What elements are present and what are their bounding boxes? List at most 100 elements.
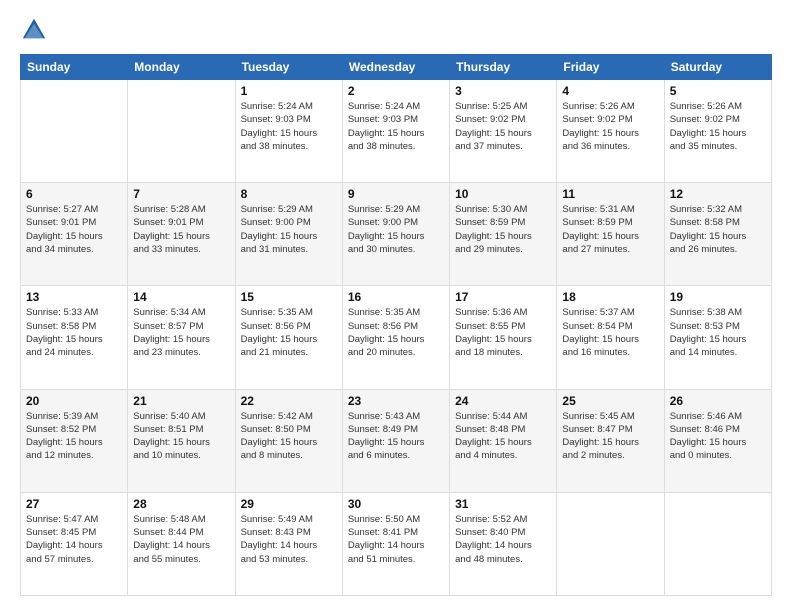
day-number: 27 xyxy=(26,497,122,511)
calendar-cell: 19 Sunrise: 5:38 AM Sunset: 8:53 PM Dayli… xyxy=(664,286,771,389)
col-header-wednesday: Wednesday xyxy=(342,55,449,80)
cell-info: Sunrise: 5:24 AM Sunset: 9:03 PM Dayligh… xyxy=(241,100,337,153)
calendar-cell: 9 Sunrise: 5:29 AM Sunset: 9:00 PM Daylig… xyxy=(342,183,449,286)
cell-info: Sunrise: 5:37 AM Sunset: 8:54 PM Dayligh… xyxy=(562,306,658,359)
col-header-friday: Friday xyxy=(557,55,664,80)
cell-info: Sunrise: 5:26 AM Sunset: 9:02 PM Dayligh… xyxy=(670,100,766,153)
day-number: 19 xyxy=(670,290,766,304)
calendar-cell xyxy=(557,492,664,595)
calendar-cell: 30Sunrise: 5:50 AM Sunset: 8:41 PM Dayli… xyxy=(342,492,449,595)
cell-info: Sunrise: 5:34 AM Sunset: 8:57 PM Dayligh… xyxy=(133,306,229,359)
calendar-cell: 28Sunrise: 5:48 AM Sunset: 8:44 PM Dayli… xyxy=(128,492,235,595)
week-row-4: 27 Sunrise: 5:47 AM Sunset: 8:45 PM Dayli… xyxy=(21,492,772,595)
day-number: 4 xyxy=(562,84,658,98)
day-number: 2 xyxy=(348,84,444,98)
week-row-2: 13 Sunrise: 5:33 AM Sunset: 8:58 PM Dayli… xyxy=(21,286,772,389)
day-number: 11 xyxy=(562,187,658,201)
cell-info: Sunrise: 5:32 AM Sunset: 8:58 PM Dayligh… xyxy=(670,203,766,256)
col-header-sunday: Sunday xyxy=(21,55,128,80)
calendar-cell: 24 Sunrise: 5:44 AM Sunset: 8:48 PM Dayli… xyxy=(450,389,557,492)
calendar-cell xyxy=(128,80,235,183)
calendar-cell: 16 Sunrise: 5:35 AM Sunset: 8:56 PM Dayli… xyxy=(342,286,449,389)
day-number: 25 xyxy=(562,394,658,408)
week-row-1: 6 Sunrise: 5:27 AM Sunset: 9:01 PM Daylig… xyxy=(21,183,772,286)
week-row-3: 20 Sunrise: 5:39 AM Sunset: 8:52 PM Dayli… xyxy=(21,389,772,492)
cell-info: Sunrise: 5:26 AM Sunset: 9:02 PM Dayligh… xyxy=(562,100,658,153)
day-number: 28 xyxy=(133,497,229,511)
day-number: 18 xyxy=(562,290,658,304)
day-number: 9 xyxy=(348,187,444,201)
day-number: 14 xyxy=(133,290,229,304)
day-number: 30 xyxy=(348,497,444,511)
cell-info: Sunrise: 5:47 AM Sunset: 8:45 PM Dayligh… xyxy=(26,513,122,566)
calendar-cell: 5Sunrise: 5:26 AM Sunset: 9:02 PM Daylig… xyxy=(664,80,771,183)
cell-info: Sunrise: 5:35 AM Sunset: 8:56 PM Dayligh… xyxy=(241,306,337,359)
calendar-cell: 4 Sunrise: 5:26 AM Sunset: 9:02 PM Daylig… xyxy=(557,80,664,183)
cell-info: Sunrise: 5:46 AM Sunset: 8:46 PM Dayligh… xyxy=(670,410,766,463)
logo xyxy=(20,16,52,44)
day-number: 23 xyxy=(348,394,444,408)
cell-info: Sunrise: 5:38 AM Sunset: 8:53 PM Dayligh… xyxy=(670,306,766,359)
calendar-cell: 26 Sunrise: 5:46 AM Sunset: 8:46 PM Dayli… xyxy=(664,389,771,492)
calendar-cell: 13 Sunrise: 5:33 AM Sunset: 8:58 PM Dayli… xyxy=(21,286,128,389)
calendar-cell: 1 Sunrise: 5:24 AM Sunset: 9:03 PM Daylig… xyxy=(235,80,342,183)
day-number: 31 xyxy=(455,497,551,511)
calendar-cell: 25Sunrise: 5:45 AM Sunset: 8:47 PM Dayli… xyxy=(557,389,664,492)
day-number: 15 xyxy=(241,290,337,304)
day-number: 1 xyxy=(241,84,337,98)
calendar-table: SundayMondayTuesdayWednesdayThursdayFrid… xyxy=(20,54,772,596)
cell-info: Sunrise: 5:35 AM Sunset: 8:56 PM Dayligh… xyxy=(348,306,444,359)
calendar-cell: 6 Sunrise: 5:27 AM Sunset: 9:01 PM Daylig… xyxy=(21,183,128,286)
day-number: 6 xyxy=(26,187,122,201)
cell-info: Sunrise: 5:28 AM Sunset: 9:01 PM Dayligh… xyxy=(133,203,229,256)
cell-info: Sunrise: 5:43 AM Sunset: 8:49 PM Dayligh… xyxy=(348,410,444,463)
day-number: 13 xyxy=(26,290,122,304)
col-header-saturday: Saturday xyxy=(664,55,771,80)
cell-info: Sunrise: 5:44 AM Sunset: 8:48 PM Dayligh… xyxy=(455,410,551,463)
logo-icon xyxy=(20,16,48,44)
col-header-monday: Monday xyxy=(128,55,235,80)
cell-info: Sunrise: 5:40 AM Sunset: 8:51 PM Dayligh… xyxy=(133,410,229,463)
day-number: 8 xyxy=(241,187,337,201)
calendar-header-row: SundayMondayTuesdayWednesdayThursdayFrid… xyxy=(21,55,772,80)
col-header-tuesday: Tuesday xyxy=(235,55,342,80)
calendar-cell: 29Sunrise: 5:49 AM Sunset: 8:43 PM Dayli… xyxy=(235,492,342,595)
day-number: 26 xyxy=(670,394,766,408)
day-number: 16 xyxy=(348,290,444,304)
calendar-cell: 17Sunrise: 5:36 AM Sunset: 8:55 PM Dayli… xyxy=(450,286,557,389)
calendar-cell: 31Sunrise: 5:52 AM Sunset: 8:40 PM Dayli… xyxy=(450,492,557,595)
calendar-cell: 22Sunrise: 5:42 AM Sunset: 8:50 PM Dayli… xyxy=(235,389,342,492)
cell-info: Sunrise: 5:29 AM Sunset: 9:00 PM Dayligh… xyxy=(348,203,444,256)
calendar-cell: 8 Sunrise: 5:29 AM Sunset: 9:00 PM Daylig… xyxy=(235,183,342,286)
day-number: 12 xyxy=(670,187,766,201)
calendar-cell: 7 Sunrise: 5:28 AM Sunset: 9:01 PM Daylig… xyxy=(128,183,235,286)
calendar-cell: 15 Sunrise: 5:35 AM Sunset: 8:56 PM Dayli… xyxy=(235,286,342,389)
day-number: 24 xyxy=(455,394,551,408)
calendar-cell: 10Sunrise: 5:30 AM Sunset: 8:59 PM Dayli… xyxy=(450,183,557,286)
calendar-cell: 2Sunrise: 5:24 AM Sunset: 9:03 PM Daylig… xyxy=(342,80,449,183)
cell-info: Sunrise: 5:49 AM Sunset: 8:43 PM Dayligh… xyxy=(241,513,337,566)
week-row-0: 1 Sunrise: 5:24 AM Sunset: 9:03 PM Daylig… xyxy=(21,80,772,183)
calendar-cell: 18 Sunrise: 5:37 AM Sunset: 8:54 PM Dayli… xyxy=(557,286,664,389)
calendar-cell: 3Sunrise: 5:25 AM Sunset: 9:02 PM Daylig… xyxy=(450,80,557,183)
header xyxy=(20,16,772,44)
calendar-cell: 20 Sunrise: 5:39 AM Sunset: 8:52 PM Dayli… xyxy=(21,389,128,492)
cell-info: Sunrise: 5:36 AM Sunset: 8:55 PM Dayligh… xyxy=(455,306,551,359)
day-number: 7 xyxy=(133,187,229,201)
page: SundayMondayTuesdayWednesdayThursdayFrid… xyxy=(0,0,792,612)
calendar-cell: 21 Sunrise: 5:40 AM Sunset: 8:51 PM Dayli… xyxy=(128,389,235,492)
day-number: 21 xyxy=(133,394,229,408)
calendar-cell xyxy=(21,80,128,183)
cell-info: Sunrise: 5:25 AM Sunset: 9:02 PM Dayligh… xyxy=(455,100,551,153)
cell-info: Sunrise: 5:39 AM Sunset: 8:52 PM Dayligh… xyxy=(26,410,122,463)
calendar-cell: 11 Sunrise: 5:31 AM Sunset: 8:59 PM Dayli… xyxy=(557,183,664,286)
cell-info: Sunrise: 5:29 AM Sunset: 9:00 PM Dayligh… xyxy=(241,203,337,256)
cell-info: Sunrise: 5:31 AM Sunset: 8:59 PM Dayligh… xyxy=(562,203,658,256)
day-number: 20 xyxy=(26,394,122,408)
calendar-cell: 27 Sunrise: 5:47 AM Sunset: 8:45 PM Dayli… xyxy=(21,492,128,595)
calendar-cell xyxy=(664,492,771,595)
cell-info: Sunrise: 5:27 AM Sunset: 9:01 PM Dayligh… xyxy=(26,203,122,256)
cell-info: Sunrise: 5:30 AM Sunset: 8:59 PM Dayligh… xyxy=(455,203,551,256)
cell-info: Sunrise: 5:33 AM Sunset: 8:58 PM Dayligh… xyxy=(26,306,122,359)
day-number: 22 xyxy=(241,394,337,408)
